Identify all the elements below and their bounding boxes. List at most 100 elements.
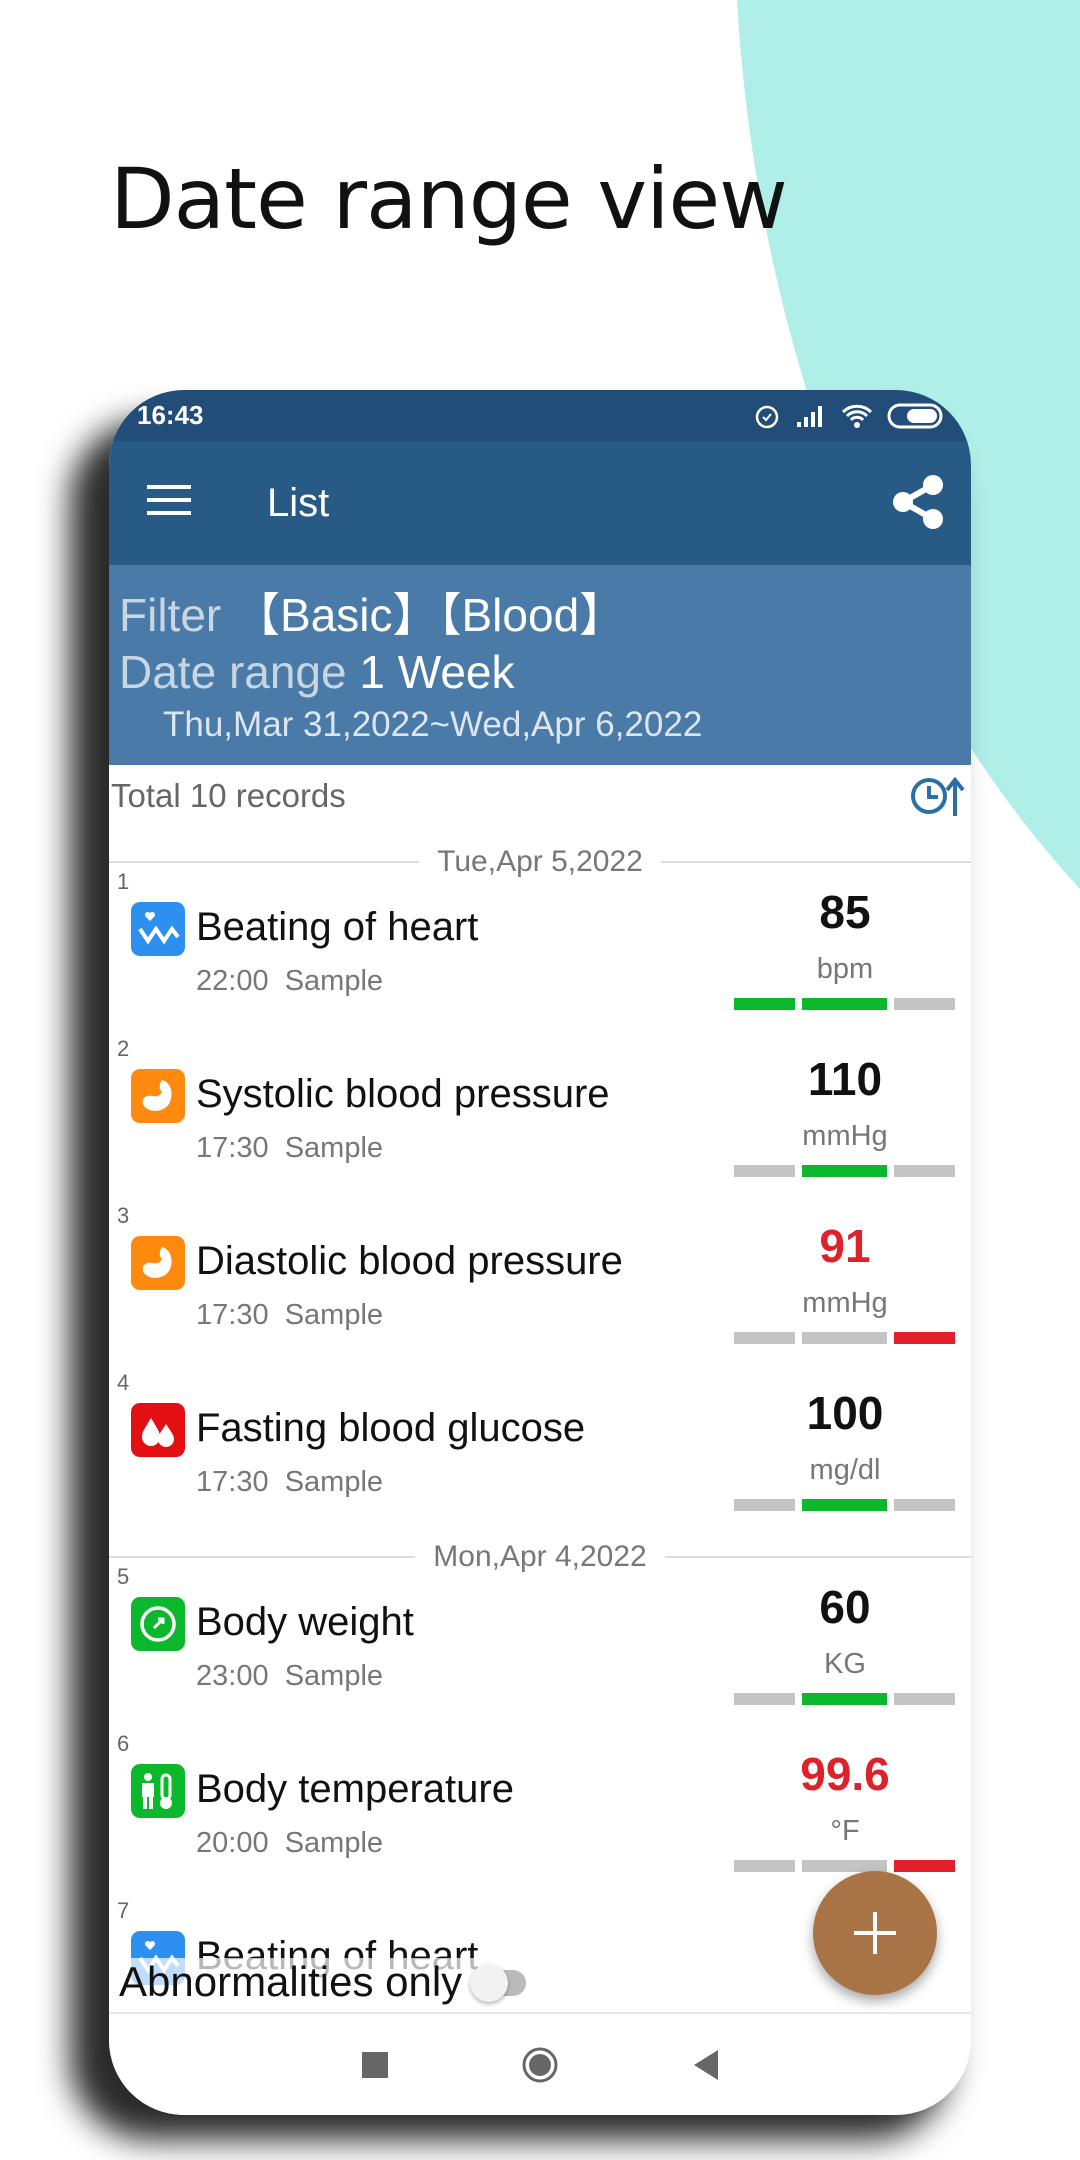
record-number: 6	[117, 1731, 130, 1756]
clock-sort-ascending-icon[interactable]	[909, 774, 965, 818]
range-bar-segment	[734, 1860, 795, 1872]
record-unit: mmHg	[802, 1120, 888, 1152]
abnormalities-only-toggle-row[interactable]: Abnormalities only	[119, 1958, 527, 2006]
list-item[interactable]: 3 Diastolic blood pressure 17:30 Sample 91 m…	[109, 1201, 971, 1368]
record-unit: mmHg	[802, 1287, 888, 1319]
system-nav-bar	[109, 2012, 971, 2115]
record-unit: KG	[824, 1648, 866, 1680]
recents-icon[interactable]	[360, 2050, 390, 2080]
record-note: Sample	[284, 1132, 384, 1164]
record-value: 91	[819, 1220, 871, 1272]
range-bar-segment	[734, 1332, 795, 1344]
thermometer-person-icon	[131, 1764, 185, 1818]
scale-icon	[131, 1597, 185, 1651]
record-name: Fasting blood glucose	[196, 1406, 586, 1450]
range-bar	[734, 998, 955, 1010]
record-time-note: 17:30 Sample	[196, 1466, 383, 1499]
record-note: Sample	[284, 1827, 384, 1859]
blood-pressure-arm-icon	[131, 1069, 185, 1123]
range-bar-segment	[802, 998, 887, 1010]
record-name: Beating of heart	[196, 905, 479, 949]
range-bar	[734, 1332, 955, 1344]
range-bar-segment	[734, 1499, 795, 1511]
heart-rate-icon	[131, 902, 185, 956]
record-list[interactable]: Tue,Apr 5,2022 1 Beating of heart 22:00 Sam…	[109, 827, 971, 2012]
filter-panel[interactable]: Filter 【Basic】【Blood】 Date range 1 Week …	[109, 565, 971, 765]
record-name: Diastolic blood pressure	[196, 1239, 623, 1283]
record-number: 7	[117, 1898, 130, 1923]
record-time: 17:30	[196, 1466, 269, 1498]
list-item[interactable]: 4 Fasting blood glucose 17:30 Sample 100 mg/…	[109, 1368, 971, 1535]
record-number: 1	[117, 869, 130, 894]
date-range-value: 1 Week	[359, 646, 515, 698]
record-value: 100	[806, 1387, 884, 1439]
record-number: 4	[117, 1370, 130, 1395]
record-time: 20:00	[196, 1827, 269, 1859]
signal-icon	[797, 405, 822, 427]
record-unit: mg/dl	[809, 1454, 881, 1486]
record-value: 85	[819, 886, 871, 938]
range-bar-segment	[734, 1693, 795, 1705]
record-number: 3	[117, 1203, 130, 1228]
abnormalities-only-label: Abnormalities only	[119, 1958, 463, 2005]
record-note: Sample	[284, 965, 384, 997]
record-value: 99.6	[800, 1748, 890, 1800]
record-number: 5	[117, 1564, 130, 1589]
range-bar-segment	[802, 1332, 887, 1344]
record-note: Sample	[284, 1299, 384, 1331]
page-title: List	[267, 480, 330, 525]
range-bar-segment	[894, 1165, 955, 1177]
battery-icon	[887, 403, 943, 428]
plus-icon	[854, 1912, 896, 1954]
range-bar	[734, 1860, 955, 1872]
record-value: 60	[819, 1581, 871, 1633]
record-name: Body temperature	[196, 1767, 514, 1811]
range-bar	[734, 1165, 955, 1177]
record-unit: °F	[830, 1815, 860, 1847]
share-icon[interactable]	[887, 471, 949, 533]
abnormalities-only-toggle[interactable]	[470, 1964, 527, 2002]
list-item[interactable]: 1 Beating of heart 22:00 Sample 85 bpm	[109, 867, 971, 1034]
blood-pressure-arm-icon	[131, 1236, 185, 1290]
menu-icon[interactable]	[147, 485, 191, 515]
record-time: 17:30	[196, 1299, 269, 1331]
record-time-note: 17:30 Sample	[196, 1132, 383, 1165]
back-icon[interactable]	[690, 2048, 720, 2082]
status-bar: 16:43	[109, 390, 971, 441]
record-time-note: 20:00 Sample	[196, 1827, 383, 1860]
range-bar	[734, 1499, 955, 1511]
range-bar	[734, 1693, 955, 1705]
filter-tags: 【Basic】【Blood】	[234, 589, 626, 641]
list-item[interactable]: 2 Systolic blood pressure 17:30 Sample 110 m…	[109, 1034, 971, 1201]
total-records: Total 10 records	[111, 777, 346, 814]
record-time: 23:00	[196, 1660, 269, 1692]
range-bar-segment	[802, 1499, 887, 1511]
headline: Date range view	[110, 150, 788, 248]
home-icon[interactable]	[520, 2045, 560, 2085]
status-time: 16:43	[137, 400, 204, 430]
record-name: Body weight	[196, 1600, 414, 1644]
phone-screen: 16:43 List Filter 【Basic】【Blood】 Date ra…	[109, 390, 971, 2115]
range-bar-segment	[894, 1499, 955, 1511]
record-unit: bpm	[816, 953, 874, 985]
record-number: 2	[117, 1036, 130, 1061]
record-note: Sample	[284, 1660, 384, 1692]
alarm-icon	[755, 405, 779, 428]
date-range-label: Date range	[119, 646, 347, 698]
range-bar-segment	[894, 1693, 955, 1705]
filter-label: Filter	[119, 589, 222, 641]
range-bar-segment	[802, 1165, 887, 1177]
list-item[interactable]: 5 Body weight 23:00 Sample 60 KG	[109, 1562, 971, 1729]
range-bar-segment	[894, 1860, 955, 1872]
record-time-note: 23:00 Sample	[196, 1660, 383, 1693]
add-record-button[interactable]	[813, 1871, 937, 1995]
blood-drops-icon	[131, 1403, 185, 1457]
record-time: 17:30	[196, 1132, 269, 1164]
wifi-icon	[841, 404, 873, 428]
range-bar-segment	[894, 1332, 955, 1344]
record-value: 110	[807, 1053, 883, 1105]
list-item[interactable]: 6 Body temperature 20:00 Sample 99.6 °F	[109, 1729, 971, 1896]
range-bar-segment	[734, 998, 795, 1010]
date-range-dates: Thu,Mar 31,2022~Wed,Apr 6,2022	[163, 705, 703, 744]
range-bar-segment	[802, 1693, 887, 1705]
